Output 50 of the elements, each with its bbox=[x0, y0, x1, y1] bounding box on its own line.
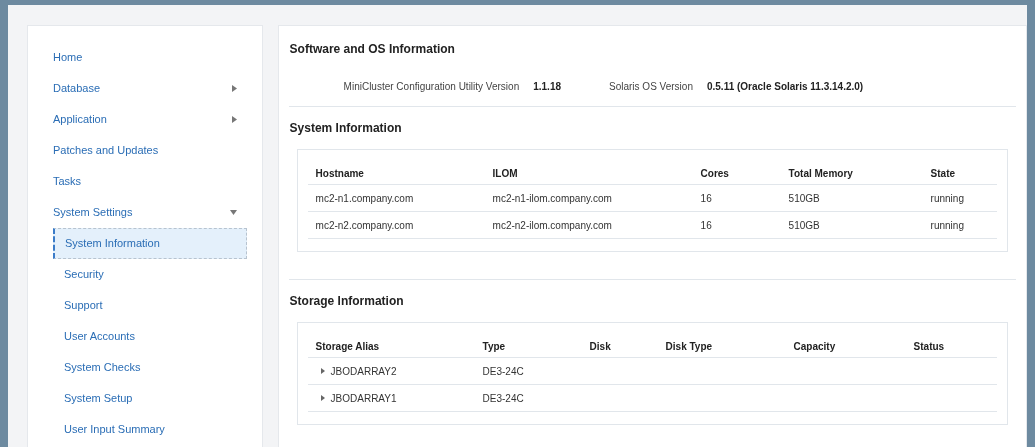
table-cell-text: 510GB bbox=[788, 191, 820, 206]
table-cell-text: DE3-24C bbox=[482, 364, 524, 379]
table-cell-text: 16 bbox=[700, 191, 712, 206]
field-value: 1.1.18 bbox=[533, 79, 561, 94]
column-header: Capacity bbox=[793, 339, 837, 354]
field-label: Solaris OS Version bbox=[609, 79, 693, 94]
column-header: State bbox=[930, 166, 957, 181]
table-cell-text: mc2-n2-ilom.company.com bbox=[492, 218, 612, 233]
table-cell-text: running bbox=[930, 191, 964, 206]
caret-right-icon bbox=[231, 85, 237, 92]
column-header: Disk bbox=[589, 339, 612, 354]
field-value: 0.5.11 (Oracle Solaris 11.3.14.2.0) bbox=[706, 79, 864, 94]
sidebar-subitem[interactable]: Security bbox=[53, 259, 247, 290]
sidebar-subitem[interactable]: System Checks bbox=[53, 352, 247, 383]
section-title: Storage Information bbox=[288, 293, 405, 310]
table-cell-text: 510GB bbox=[788, 218, 820, 233]
section-title: Software and OS Information bbox=[288, 41, 456, 58]
table-cell-text: mc2-n1-ilom.company.com bbox=[492, 191, 612, 206]
column-header: ILOM bbox=[492, 166, 519, 181]
section-title: System Information bbox=[288, 120, 403, 137]
sidebar-subitem[interactable]: Support bbox=[53, 290, 247, 321]
table-cell-text: running bbox=[930, 218, 964, 233]
column-header: Status bbox=[913, 339, 946, 354]
column-header: Type bbox=[482, 339, 507, 354]
expand-icon[interactable] bbox=[320, 395, 325, 401]
column-header: Disk Type bbox=[665, 339, 714, 354]
sidebar-subitem[interactable]: System Information bbox=[53, 228, 247, 259]
caret-down-icon bbox=[229, 210, 237, 215]
table-cell-text: JBODARRAY2 bbox=[330, 364, 397, 379]
sidebar-item[interactable]: Database bbox=[53, 73, 247, 104]
column-header: Cores bbox=[700, 166, 730, 181]
column-header: Hostname bbox=[315, 166, 365, 181]
sidebar-subitem[interactable]: System Setup bbox=[53, 383, 247, 414]
sidebar-item[interactable]: Home bbox=[53, 42, 247, 73]
caret-right-icon bbox=[231, 116, 237, 123]
expand-icon[interactable] bbox=[320, 368, 325, 374]
sidebar-item[interactable]: Tasks bbox=[53, 166, 247, 197]
table-cell-text: 16 bbox=[700, 218, 712, 233]
column-header: Total Memory bbox=[788, 166, 854, 181]
sidebar-subitem[interactable]: User Accounts bbox=[53, 321, 247, 352]
table-cell-text: mc2-n2.company.com bbox=[315, 218, 414, 233]
sidebar-item[interactable]: Patches and Updates bbox=[53, 135, 247, 166]
sidebar-item[interactable]: Application bbox=[53, 104, 247, 135]
field-label: MiniCluster Configuration Utility Version bbox=[343, 79, 520, 94]
sidebar-item[interactable]: System Settings bbox=[53, 197, 247, 228]
table-cell-text: JBODARRAY1 bbox=[330, 391, 397, 406]
sidebar-subitem[interactable]: User Input Summary bbox=[53, 414, 247, 445]
table-cell-text: DE3-24C bbox=[482, 391, 524, 406]
column-header: Storage Alias bbox=[315, 339, 381, 354]
table-cell-text: mc2-n1.company.com bbox=[315, 191, 414, 206]
